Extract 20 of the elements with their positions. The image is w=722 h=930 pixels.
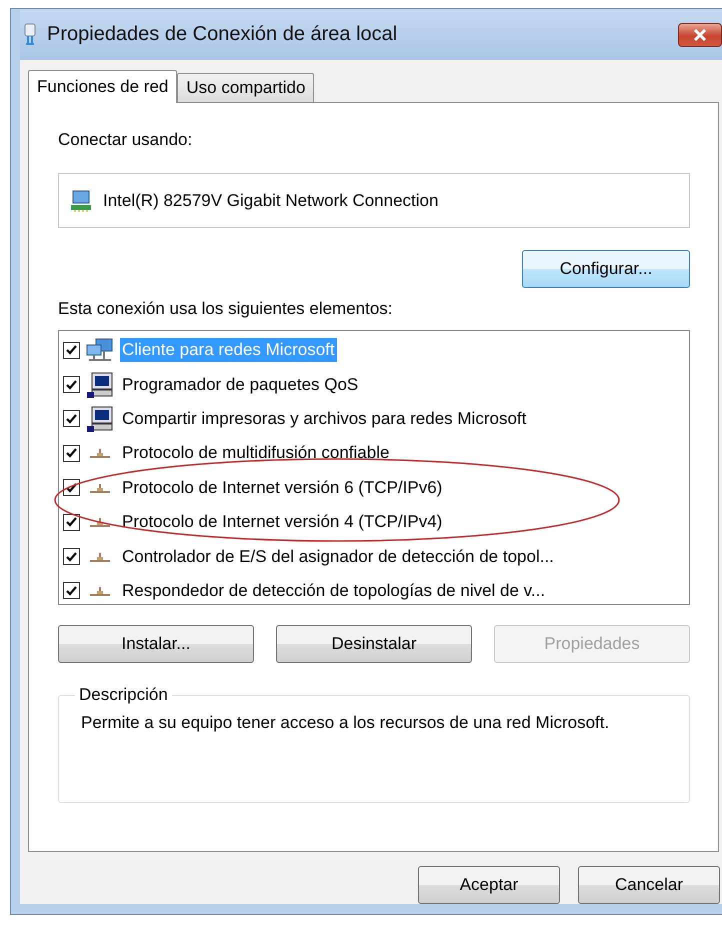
tab[interactable]: Funciones de red — [28, 70, 178, 103]
list-item[interactable]: Respondedor de detección de topologías de nivel de v... — [120, 578, 548, 603]
list-item[interactable]: Protocolo de Internet versión 6 (TCP/IPv6) — [120, 476, 444, 500]
list-item[interactable]: Protocolo de multidifusión confiable — [120, 441, 392, 466]
components-label: Esta conexión usa los siguientes elementos: — [58, 298, 394, 320]
list-item[interactable]: Compartir impresoras y archivos para redes Microsoft — [120, 406, 528, 431]
list-item[interactable]: Controlador de E/S del asignador de detección de topol... — [120, 544, 556, 569]
connect-using-label: Conectar usando: — [58, 129, 194, 151]
configure-button[interactable]: Configurar... — [522, 250, 690, 288]
dialog-button[interactable]: Cancelar — [578, 866, 720, 904]
action-button[interactable]: Desinstalar — [276, 625, 472, 663]
description-text: Permite a su equipo tener acceso a los recursos de una red Microsoft. — [81, 712, 610, 734]
window-title: Propiedades de Conexión de área local — [47, 23, 398, 46]
action-button[interactable]: Instalar... — [58, 625, 254, 663]
tab[interactable]: Uso compartido — [177, 73, 314, 102]
list-item[interactable]: Programador de paquetes QoS — [120, 372, 360, 397]
adapter-name: Intel(R) 82579V Gigabit Network Connection — [103, 190, 438, 210]
description-title: Descripción — [78, 685, 169, 705]
list-item[interactable]: Protocolo de Internet versión 4 (TCP/IPv4) — [120, 510, 444, 534]
dialog-button[interactable]: Aceptar — [418, 866, 560, 904]
